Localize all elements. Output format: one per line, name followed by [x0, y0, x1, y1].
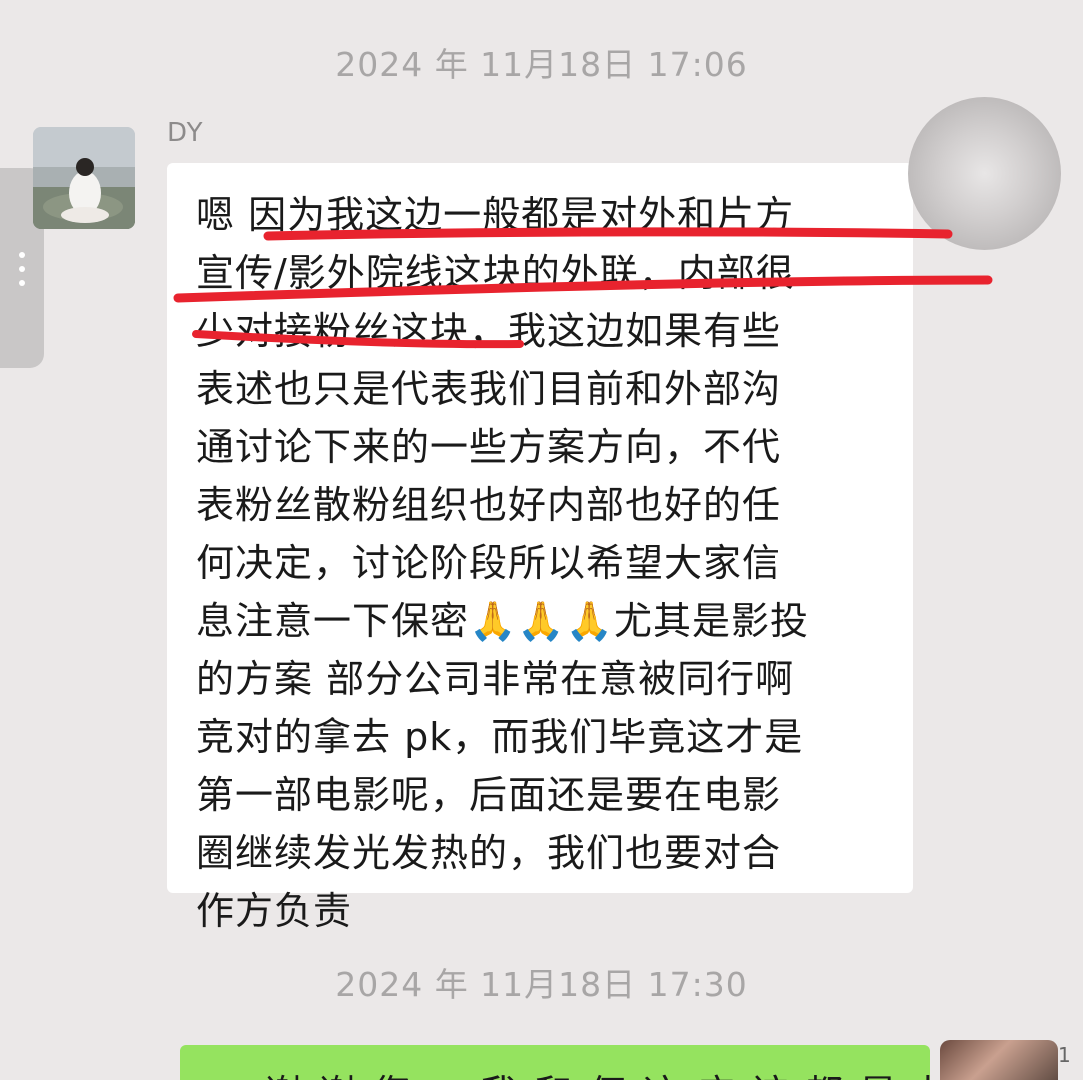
reply-text: … 谢 谢 您 ， 我 和 伍 这 应 该 都 是 非	[210, 1063, 930, 1080]
sender-name: DY	[167, 118, 204, 148]
dot	[19, 266, 25, 272]
sender-avatar[interactable]	[33, 127, 135, 229]
dot	[19, 252, 25, 258]
timestamp-1730: 2024 年 11月18日 17:30	[335, 965, 748, 1004]
person-photo-icon	[33, 127, 135, 229]
self-avatar[interactable]	[940, 1040, 1058, 1080]
timestamp-1706: 2024 年 11月18日 17:06	[335, 45, 748, 84]
reply-bubble[interactable]: … 谢 谢 您 ， 我 和 伍 这 应 该 都 是 非	[180, 1045, 930, 1080]
corner-badge: 1	[1058, 1043, 1071, 1067]
message-text: 嗯 因为我这边一般都是对外和片方 宣传/影外院线这块的外联，内部很 少对接粉丝这…	[196, 193, 809, 933]
blurred-avatar[interactable]	[908, 97, 1061, 250]
dot	[19, 280, 25, 286]
